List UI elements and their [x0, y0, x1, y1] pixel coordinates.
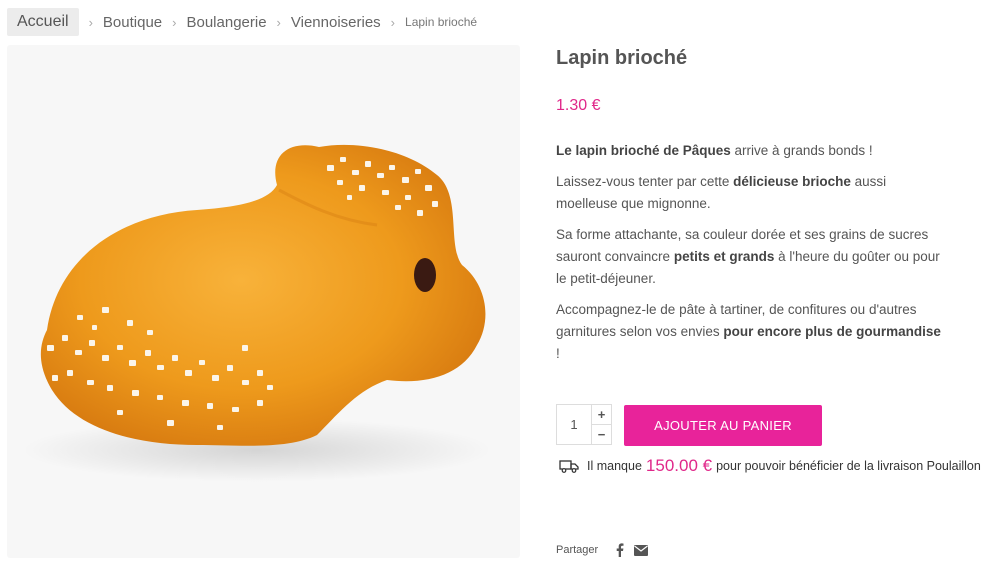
description-paragraph: Laissez-vous tenter par cette délicieuse…	[556, 171, 946, 215]
product-description: Le lapin brioché de Pâques arrive à gran…	[556, 140, 946, 374]
breadcrumb-separator: ›	[172, 14, 177, 30]
quantity-increase-button[interactable]: +	[592, 405, 611, 424]
description-text: !	[556, 346, 560, 361]
share-bar: Partager	[556, 543, 658, 557]
product-image[interactable]	[7, 45, 520, 558]
breadcrumb-link-viennoiseries[interactable]: Viennoiseries	[291, 14, 381, 31]
product-price: 1.30 €	[556, 97, 601, 114]
breadcrumb-link-boutique[interactable]: Boutique	[103, 14, 162, 31]
quantity-decrease-button[interactable]: −	[592, 424, 611, 444]
truck-icon	[559, 459, 579, 473]
breadcrumb-current: Lapin brioché	[405, 15, 478, 29]
description-bold: petits et grands	[673, 249, 775, 264]
shipping-notice: Il manque 150.00 € pour pouvoir bénéfici…	[559, 456, 981, 476]
shipping-suffix: pour pouvoir bénéficier de la livraison …	[716, 459, 981, 473]
description-bold: pour encore plus de gourmandise	[723, 324, 941, 339]
description-bold: délicieuse brioche	[733, 174, 851, 189]
brioche-bunny-illustration	[22, 144, 492, 482]
quantity-stepper: 1 + −	[556, 404, 612, 445]
quantity-input[interactable]: 1	[557, 405, 592, 444]
breadcrumb-link-boulangerie[interactable]: Boulangerie	[186, 14, 266, 31]
envelope-icon[interactable]	[634, 544, 649, 556]
description-text: Laissez-vous tenter par cette	[556, 174, 734, 189]
description-text: arrive à grands bonds !	[730, 143, 873, 158]
description-bold: Le lapin brioché de Pâques	[556, 143, 731, 158]
facebook-icon[interactable]	[616, 543, 624, 557]
description-paragraph: Le lapin brioché de Pâques arrive à gran…	[556, 140, 946, 162]
share-label: Partager	[556, 544, 599, 556]
add-to-cart-button[interactable]: AJOUTER AU PANIER	[624, 405, 822, 446]
shipping-prefix: Il manque	[587, 459, 642, 473]
quantity-buttons: + −	[592, 405, 611, 444]
breadcrumb: Accueil › Boutique › Boulangerie › Vienn…	[7, 8, 477, 36]
shipping-amount: 150.00 €	[645, 456, 713, 475]
description-paragraph: Sa forme attachante, sa couleur dorée et…	[556, 224, 946, 290]
description-paragraph: Accompagnez-le de pâte à tartiner, de co…	[556, 299, 946, 365]
product-title: Lapin brioché	[556, 47, 688, 69]
breadcrumb-separator: ›	[390, 14, 396, 30]
breadcrumb-separator: ›	[88, 14, 93, 30]
breadcrumb-home-link[interactable]: Accueil	[7, 8, 79, 36]
breadcrumb-separator: ›	[276, 14, 281, 30]
